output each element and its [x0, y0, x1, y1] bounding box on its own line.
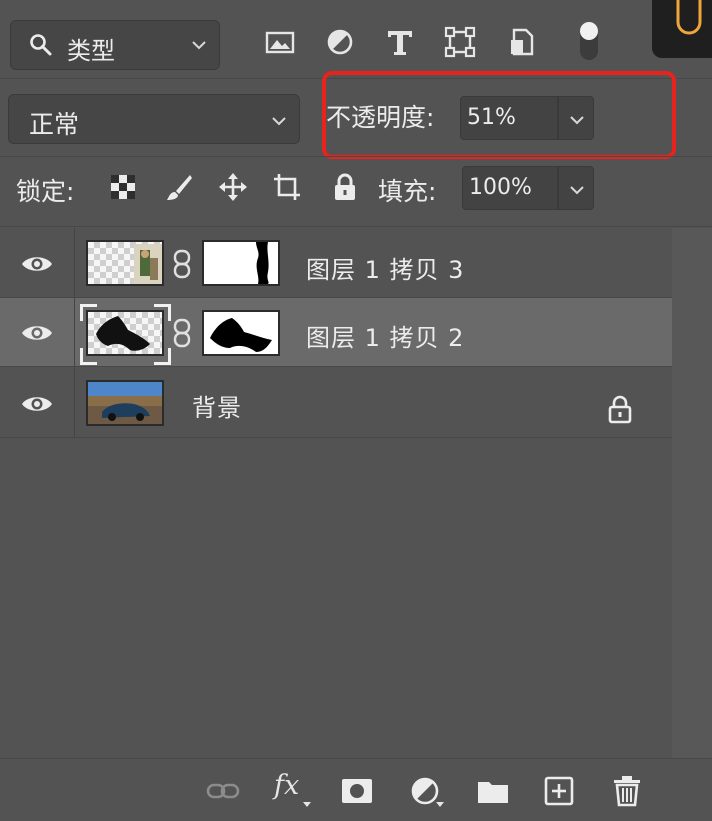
add-mask-icon[interactable] — [340, 774, 374, 808]
type-filter-icon[interactable] — [384, 26, 416, 58]
lock-artboard-icon[interactable] — [272, 172, 302, 202]
layer-thumbnail-image — [134, 244, 162, 284]
lock-position-icon[interactable] — [218, 172, 248, 202]
layer-thumbnail-image — [88, 382, 162, 424]
lock-all-icon[interactable] — [330, 172, 360, 202]
smart-object-filter-icon[interactable] — [506, 26, 538, 58]
layer-locked-icon[interactable] — [606, 394, 634, 424]
eye-column-divider — [74, 228, 75, 438]
lock-label: 锁定: — [16, 177, 75, 206]
filter-toggle-icon[interactable] — [578, 20, 600, 62]
layer-name: 图层 1 拷贝 2 — [306, 324, 465, 352]
opacity-dropdown[interactable] — [558, 96, 594, 140]
new-layer-icon[interactable] — [542, 774, 576, 808]
fx-dropdown-arrow-icon — [303, 802, 311, 807]
new-group-icon[interactable] — [476, 774, 510, 808]
divider — [0, 226, 712, 227]
app-badge-icon — [676, 0, 702, 35]
chain-link-icon[interactable] — [172, 249, 192, 279]
link-layers-icon[interactable] — [206, 774, 240, 808]
filter-label: 类型 — [67, 37, 115, 65]
selection-corner — [154, 348, 171, 365]
layer-filter-select[interactable]: 类型 — [10, 20, 220, 70]
chevron-down-icon — [272, 117, 286, 126]
layer-thumbnail[interactable] — [86, 380, 164, 426]
fx-icon[interactable]: fx — [274, 770, 299, 801]
layer-thumbnail-image — [96, 316, 150, 351]
selection-corner — [80, 348, 97, 365]
scrollbar-track[interactable] — [672, 228, 712, 758]
blend-mode-select[interactable]: 正常 — [8, 94, 300, 144]
blend-mode-label: 正常 — [29, 110, 80, 139]
layer-thumbnail[interactable] — [86, 310, 164, 356]
mask-shape-image — [256, 242, 269, 284]
layer-mask-thumbnail[interactable] — [202, 310, 280, 356]
opacity-input[interactable]: 51% — [460, 96, 558, 140]
lock-image-pixels-icon[interactable] — [164, 172, 194, 202]
shape-filter-icon[interactable] — [444, 26, 476, 58]
visibility-eye-icon[interactable] — [20, 322, 54, 344]
delete-icon[interactable] — [610, 774, 644, 808]
layer-name: 图层 1 拷贝 3 — [306, 256, 465, 284]
layer-mask-thumbnail[interactable] — [202, 240, 280, 286]
mask-shape-image — [210, 318, 272, 352]
fill-label: 填充: — [378, 177, 437, 206]
visibility-eye-icon[interactable] — [20, 393, 54, 415]
lock-transparent-pixels-icon[interactable] — [108, 172, 138, 202]
adjustment-dropdown-arrow-icon — [436, 802, 444, 807]
layer-thumbnail[interactable] — [86, 240, 164, 286]
fill-dropdown[interactable] — [558, 166, 594, 210]
fill-input[interactable]: 100% — [462, 166, 558, 210]
chevron-down-icon — [570, 186, 584, 195]
visibility-eye-icon[interactable] — [20, 253, 54, 275]
layer-name: 背景 — [192, 394, 242, 422]
chevron-down-icon — [570, 116, 584, 125]
corner-app-chip — [652, 0, 712, 58]
opacity-label: 不透明度: — [326, 103, 435, 132]
search-icon — [30, 34, 52, 56]
chevron-down-icon — [192, 41, 206, 50]
divider — [0, 156, 712, 157]
image-filter-icon[interactable] — [264, 26, 296, 58]
layers-panel: 类型 正常 不透明度: 51% 锁定: 填充: 100% 图层 1 拷贝 3 图… — [0, 0, 712, 821]
selection-corner — [154, 304, 171, 321]
row-divider — [0, 437, 672, 438]
chain-link-icon[interactable] — [172, 318, 192, 348]
adjustment-filter-icon[interactable] — [324, 26, 356, 58]
divider — [0, 78, 712, 79]
selection-corner — [80, 304, 97, 321]
